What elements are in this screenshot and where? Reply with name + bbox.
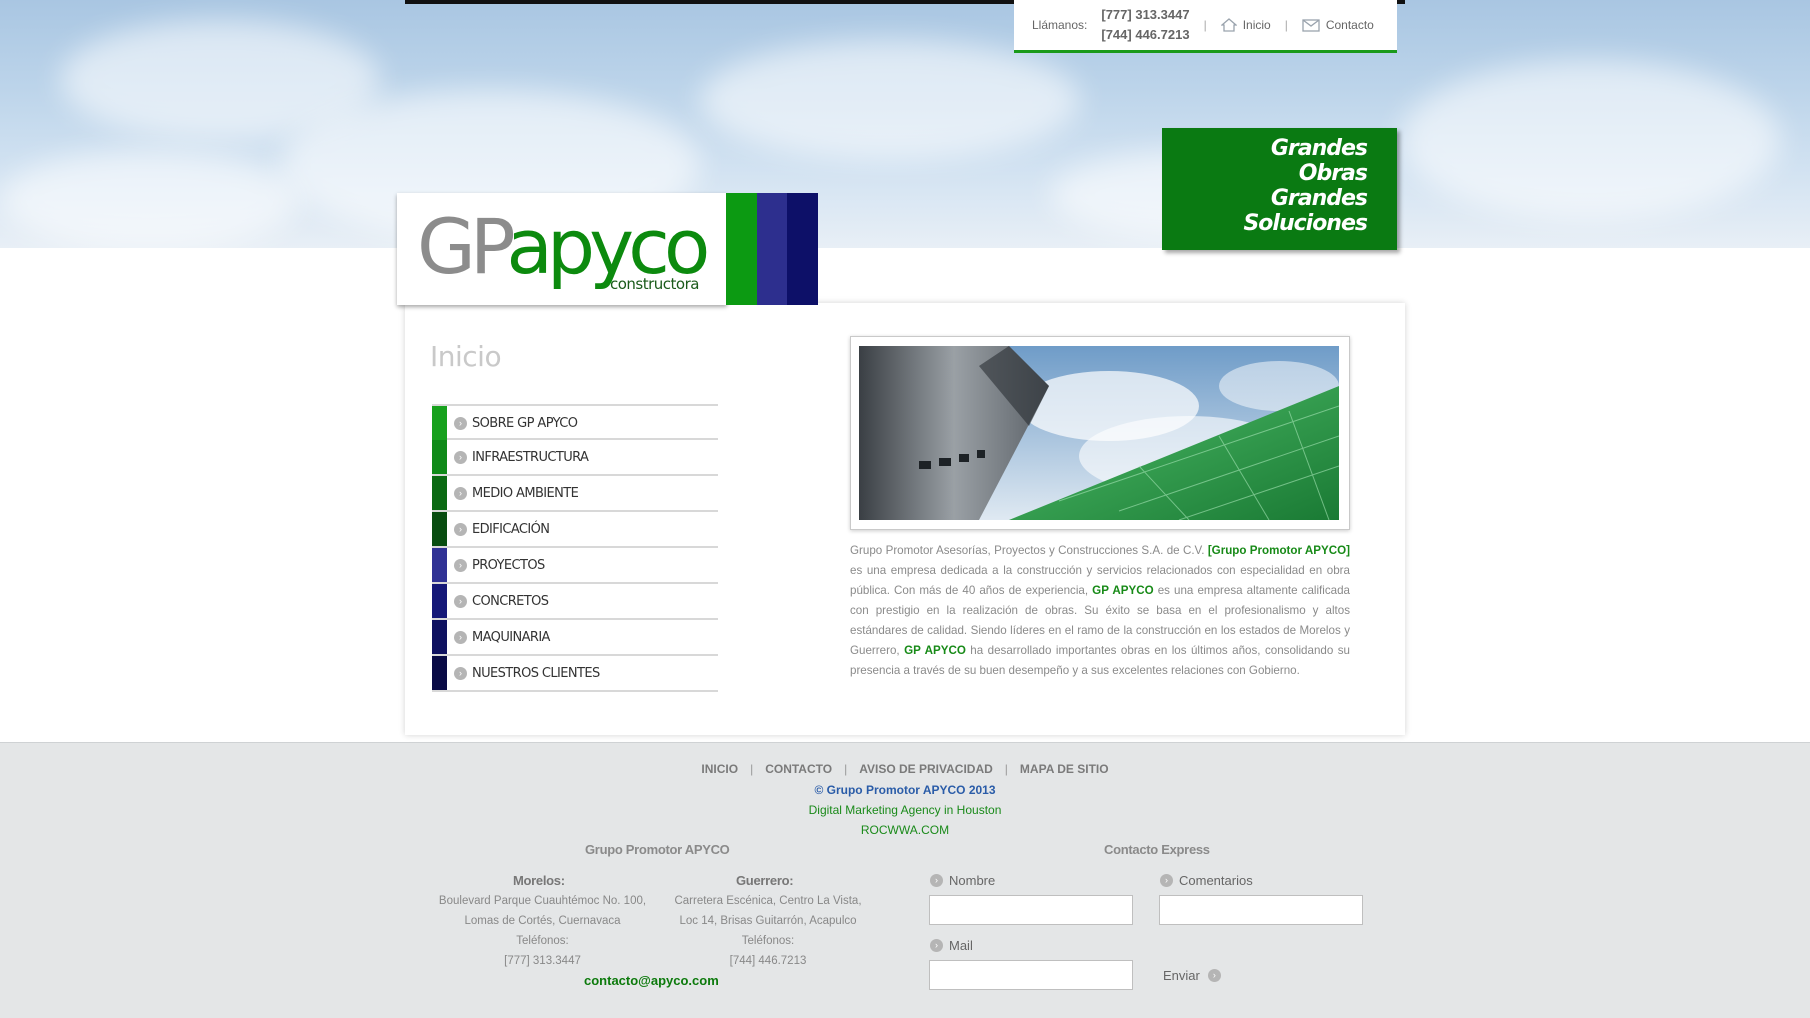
guerrero-title: Guerrero:	[736, 873, 794, 888]
footer-link-aviso[interactable]: AVISO DE PRIVACIDAD	[859, 762, 993, 776]
nav-home-label: Inicio	[1242, 18, 1271, 32]
company-column-title: Grupo Promotor APYCO	[585, 842, 730, 857]
menu-item-label: EDIFICACIÓN	[472, 522, 550, 537]
highlight-company: [Grupo Promotor APYCO]	[1207, 544, 1350, 557]
menu-item-label: NUESTROS CLIENTES	[472, 666, 600, 681]
call-label: Llámanos:	[1032, 18, 1088, 32]
bullet-icon: ›	[454, 595, 467, 608]
hero-building-image	[859, 346, 1339, 520]
mail-icon	[1302, 18, 1320, 32]
bullet-icon: ›	[454, 559, 467, 572]
morelos-title: Morelos:	[513, 873, 565, 888]
menu-item-label: MEDIO AMBIENTE	[472, 486, 579, 501]
intro-description: Grupo Promotor Asesorías, Proyectos y Co…	[850, 544, 1350, 677]
footer-nav: INICIO | CONTACTO | AVISO DE PRIVACIDAD | MAPA…	[405, 762, 1405, 776]
stripe-green	[726, 193, 757, 305]
stripe-navy	[787, 193, 819, 305]
menu-item-sobre[interactable]: › SOBRE GP APYCO	[432, 404, 718, 440]
sky-background	[0, 0, 1810, 248]
morelos-address: Boulevard Parque Cuauhtémoc No. 100, Lom…	[438, 895, 647, 967]
footer-link-inicio[interactable]: INICIO	[701, 762, 738, 776]
nav-contact-label: Contacto	[1325, 18, 1374, 32]
menu-item-maquinaria[interactable]: › MAQUINARIA	[432, 620, 718, 656]
bullet-icon: ›	[454, 417, 467, 430]
side-menu: › SOBRE GP APYCO › INFRAESTRUCTURA › MEDIO …	[432, 404, 718, 692]
bullet-icon: ›	[930, 939, 943, 952]
name-input[interactable]	[929, 895, 1133, 925]
name-label: › Nombre	[930, 873, 995, 888]
home-icon	[1220, 18, 1237, 32]
contact-express-title: Contacto Express	[1104, 842, 1210, 857]
slogan-box: Grandes Obras Grandes Soluciones	[1162, 128, 1397, 250]
stripe-blue	[756, 193, 788, 305]
nav-home-link[interactable]: Inicio	[1220, 18, 1271, 32]
bullet-icon: ›	[930, 874, 943, 887]
menu-color-bar	[432, 406, 447, 440]
footer-link-mapa[interactable]: MAPA DE SITIO	[1020, 762, 1109, 776]
agency-link[interactable]: Digital Marketing Agency in Houston	[405, 803, 1405, 817]
menu-color-bar	[432, 512, 447, 546]
bullet-icon: ›	[454, 523, 467, 536]
hero-image-frame	[850, 336, 1350, 530]
logo[interactable]: GPapyco constructora	[397, 193, 727, 305]
bullet-icon: ›	[1160, 874, 1173, 887]
bullet-icon: ›	[454, 631, 467, 644]
separator: |	[1004, 762, 1008, 776]
nav-contact-link[interactable]: Contacto	[1302, 18, 1374, 32]
guerrero-address: Carretera Escénica, Centro La Vista, Loc…	[674, 895, 862, 967]
bullet-icon: ›	[454, 487, 467, 500]
logo-subtitle: constructora	[610, 275, 699, 293]
arrow-icon: ›	[1207, 969, 1221, 982]
menu-item-edificacion[interactable]: › EDIFICACIÓN	[432, 512, 718, 548]
highlight-gp-apyco: GP APYCO	[1092, 584, 1154, 597]
menu-item-infraestructura[interactable]: › INFRAESTRUCTURA	[432, 440, 718, 476]
mail-label: › Mail	[930, 938, 973, 953]
menu-color-bar	[432, 620, 447, 654]
highlight-gp-apyco: GP APYCO	[904, 644, 966, 657]
menu-item-clientes[interactable]: › NUESTROS CLIENTES	[432, 656, 718, 692]
separator: |	[844, 762, 848, 776]
header-contact-box: Llámanos: [777] 313.3447 [744] 446.7213 …	[1014, 0, 1397, 53]
separator: |	[750, 762, 754, 776]
slogan-line: Grandes	[1270, 136, 1368, 161]
separator: |	[1284, 18, 1288, 32]
menu-color-bar	[432, 584, 447, 618]
slogan-line: Obras	[1298, 161, 1368, 186]
slogan-line: Soluciones	[1243, 211, 1368, 236]
agency-site-link[interactable]: ROCWWA.COM	[405, 823, 1405, 837]
header-phones: [777] 313.3447 [744] 446.7213	[1101, 5, 1189, 45]
mail-input[interactable]	[929, 960, 1133, 990]
menu-color-bar	[432, 440, 447, 474]
copyright: © Grupo Promotor APYCO 2013	[814, 783, 996, 797]
menu-item-label: MAQUINARIA	[472, 630, 550, 645]
menu-item-label: SOBRE GP APYCO	[472, 416, 578, 431]
menu-item-label: INFRAESTRUCTURA	[472, 450, 589, 465]
menu-color-bar	[432, 476, 447, 510]
menu-item-proyectos[interactable]: › PROYECTOS	[432, 548, 718, 584]
menu-color-bar	[432, 656, 447, 690]
menu-item-label: PROYECTOS	[472, 558, 545, 573]
bullet-icon: ›	[454, 667, 467, 680]
header-phone-2: [744] 446.7213	[1101, 27, 1190, 42]
logo-color-stripes	[726, 193, 819, 305]
menu-color-bar	[432, 548, 447, 582]
menu-item-label: CONCRETOS	[472, 594, 549, 609]
separator: |	[1203, 18, 1207, 32]
bullet-icon: ›	[454, 451, 467, 464]
header-phone-1: [777] 313.3447	[1101, 7, 1190, 22]
page-title: Inicio	[430, 340, 502, 373]
slogan-line: Grandes	[1270, 186, 1368, 211]
send-label: Enviar	[1163, 968, 1200, 983]
comments-label: › Comentarios	[1160, 873, 1253, 888]
menu-item-medio-ambiente[interactable]: › MEDIO AMBIENTE	[432, 476, 718, 512]
contact-email-link[interactable]: contacto@apyco.com	[584, 973, 719, 988]
comments-input[interactable]	[1159, 895, 1363, 925]
menu-item-concretos[interactable]: › CONCRETOS	[432, 584, 718, 620]
send-button[interactable]: Enviar ›	[1163, 968, 1221, 983]
footer-link-contacto[interactable]: CONTACTO	[765, 762, 832, 776]
